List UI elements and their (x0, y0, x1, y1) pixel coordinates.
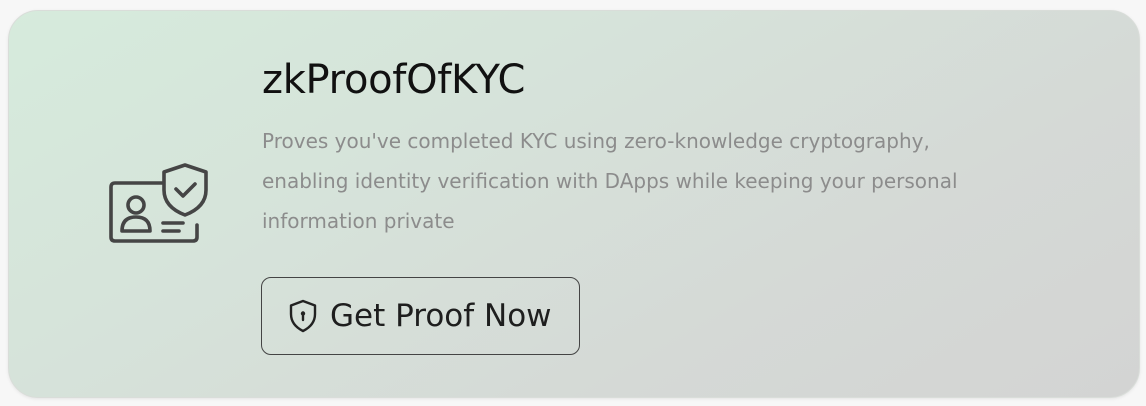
zkproof-card: zkProofOfKYC Proves you've completed KYC… (8, 10, 1140, 398)
card-title: zkProofOfKYC (262, 57, 526, 103)
get-proof-button-label: Get Proof Now (330, 298, 552, 334)
id-card-shield-check-icon (109, 163, 208, 243)
get-proof-button[interactable]: Get Proof Now (261, 277, 580, 355)
shield-keyhole-icon (289, 299, 317, 333)
card-description: Proves you've completed KYC using zero-k… (262, 129, 958, 233)
